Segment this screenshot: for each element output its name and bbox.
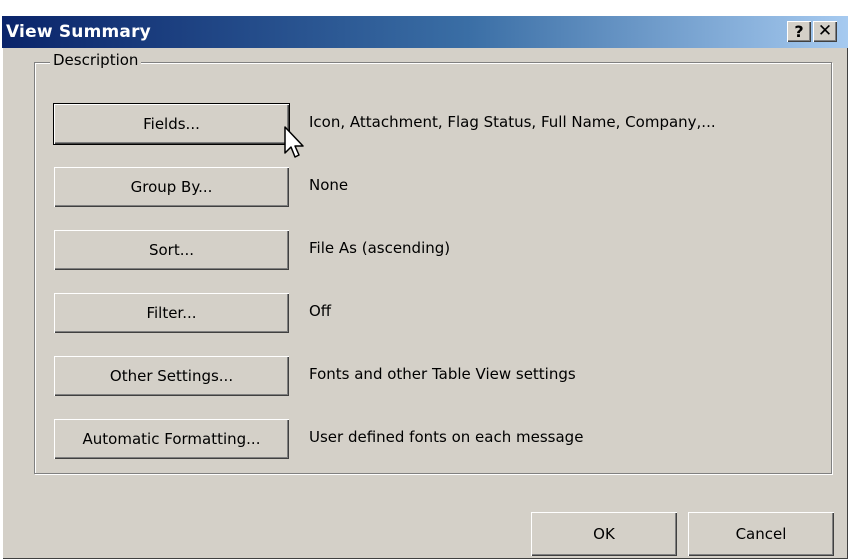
- other-settings-button[interactable]: Other Settings...: [54, 356, 289, 396]
- dialog-title: View Summary: [6, 22, 151, 42]
- cancel-button[interactable]: Cancel: [688, 512, 834, 556]
- close-icon[interactable]: ✕: [813, 21, 837, 42]
- fields-value: Icon, Attachment, Flag Status, Full Name…: [309, 113, 716, 131]
- group-by-button[interactable]: Group By...: [54, 167, 289, 207]
- fields-button[interactable]: Fields...: [54, 104, 289, 144]
- help-icon[interactable]: ?: [787, 21, 811, 42]
- automatic-formatting-button[interactable]: Automatic Formatting...: [54, 419, 289, 459]
- other-settings-value: Fonts and other Table View settings: [309, 365, 576, 383]
- filter-value: Off: [309, 302, 332, 320]
- group-by-value: None: [309, 176, 349, 194]
- sort-value: File As (ascending): [309, 239, 451, 257]
- sort-button[interactable]: Sort...: [54, 230, 289, 270]
- mouse-pointer-icon: [284, 126, 304, 158]
- filter-button[interactable]: Filter...: [54, 293, 289, 333]
- description-group-label: Description: [50, 51, 142, 69]
- title-bar[interactable]: View Summary ? ✕: [2, 16, 848, 48]
- automatic-formatting-value: User defined fonts on each message: [309, 428, 584, 446]
- ok-button[interactable]: OK: [531, 512, 677, 556]
